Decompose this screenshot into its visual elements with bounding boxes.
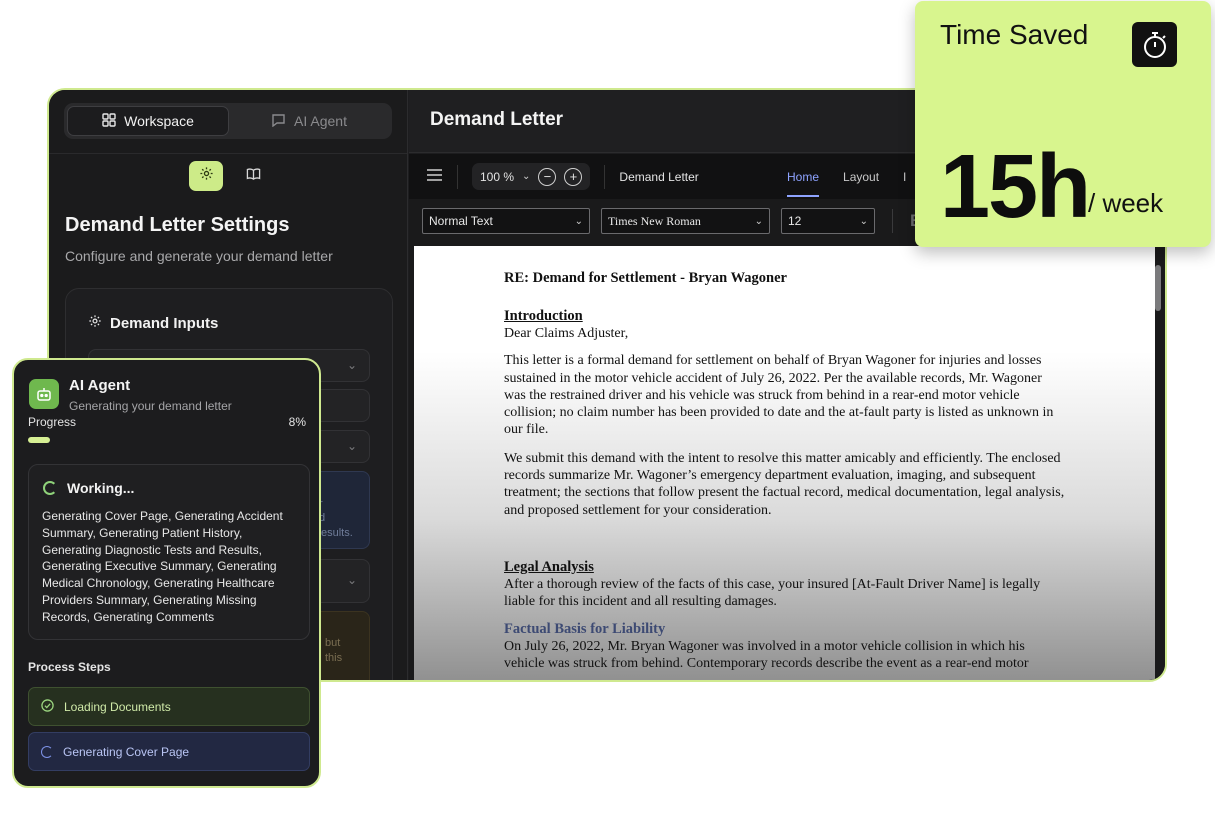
step-loading-documents: Loading Documents	[28, 687, 310, 726]
toolbar-divider	[604, 164, 606, 189]
sidebar-divider	[49, 153, 407, 154]
progress-bar-fill	[28, 437, 51, 443]
step-label: Loading Documents	[64, 699, 171, 714]
settings-subtitle: Configure and generate your demand lette…	[65, 248, 333, 264]
re-line: RE: Demand for Settlement - Bryan Wagone…	[504, 270, 787, 286]
info-note-text-3: esults.	[321, 527, 353, 539]
chevron-down-icon: ⌄	[859, 215, 868, 227]
zoom-control: 100 % ⌄ − +	[472, 163, 591, 190]
stopwatch-icon	[1132, 22, 1177, 67]
time-saved-label: Time Saved	[940, 19, 1089, 50]
paragraph-1: This letter is a formal demand for settl…	[504, 353, 1054, 438]
document-canvas: RE: Demand for Settlement - Bryan Wagone…	[409, 243, 1165, 680]
document-page[interactable]: RE: Demand for Settlement - Bryan Wagone…	[414, 246, 1155, 680]
warning-note-text-1: but	[325, 637, 341, 649]
settings-title: Demand Letter Settings	[65, 214, 290, 236]
chevron-down-icon[interactable]: ⌄	[522, 171, 530, 182]
progress-bar	[28, 437, 307, 443]
intro-heading: Introduction	[504, 308, 583, 324]
tab-home[interactable]: Home	[787, 157, 820, 197]
tab-insert[interactable]: I	[903, 170, 906, 184]
ribbon-tabs: Home Layout I	[787, 154, 906, 199]
working-heading: Working...	[43, 480, 134, 496]
loading-spinner-icon	[41, 745, 53, 758]
agent-title: AI Agent	[69, 377, 131, 394]
guide-view-button[interactable]	[236, 161, 270, 191]
chevron-down-icon: ⌄	[346, 358, 357, 372]
robot-icon	[29, 379, 59, 409]
toolbar-divider	[457, 164, 458, 189]
open-book-icon	[246, 167, 261, 186]
process-steps-title: Process Steps	[28, 660, 111, 674]
gear-icon	[199, 166, 214, 186]
working-card: Working... Generating Cover Page, Genera…	[28, 464, 310, 640]
workspace-tab-switcher: Workspace AI Agent	[64, 103, 392, 139]
paragraph-style-select[interactable]: Normal Text ⌄	[422, 208, 590, 234]
warning-note-text-2: this	[325, 652, 343, 664]
gear-icon	[88, 314, 102, 332]
zoom-in-icon[interactable]: +	[564, 167, 583, 186]
chevron-down-icon: ⌄	[346, 573, 357, 587]
chevron-down-icon: ⌄	[754, 215, 763, 227]
toolbar-divider	[892, 209, 893, 233]
page-title: Demand Letter	[430, 109, 564, 130]
ai-agent-panel: AI Agent Generating your demand letter P…	[12, 358, 321, 788]
spinner-icon	[43, 481, 57, 495]
paragraph-3: After a thorough review of the facts of …	[504, 576, 1041, 610]
step-label: Generating Cover Page	[63, 744, 190, 759]
tab-ai-agent[interactable]: AI Agent	[229, 106, 389, 136]
paragraph-2: We submit this demand with the intent to…	[504, 450, 1065, 518]
factual-basis-heading: Factual Basis for Liability	[504, 620, 666, 637]
sidebar-view-toggle	[189, 161, 270, 191]
agent-subtitle: Generating your demand letter	[69, 399, 232, 413]
zoom-level[interactable]: 100 %	[480, 170, 514, 184]
time-saved-card: Time Saved 15h / week	[915, 1, 1211, 247]
zoom-out-icon[interactable]: −	[538, 167, 557, 186]
salutation: Dear Claims Adjuster,	[504, 326, 629, 341]
check-circle-icon	[41, 698, 54, 715]
tab-workspace-label: Workspace	[124, 113, 194, 129]
grid-icon	[102, 112, 116, 130]
progress-percent: 8%	[288, 415, 306, 429]
working-title: Working...	[67, 480, 135, 496]
settings-view-button[interactable]	[189, 161, 223, 191]
font-size-value: 12	[788, 214, 802, 228]
font-family-value: Times New Roman	[608, 213, 701, 228]
chat-bubble-icon	[271, 113, 286, 130]
legal-analysis-heading: Legal Analysis	[504, 558, 594, 575]
document-scrollbar[interactable]	[1155, 265, 1161, 311]
chevron-down-icon: ⌄	[574, 215, 583, 227]
font-family-select[interactable]: Times New Roman ⌄	[601, 208, 770, 234]
time-saved-unit: / week	[1088, 188, 1164, 218]
demand-inputs-label: Demand Inputs	[110, 314, 219, 332]
tab-workspace[interactable]: Workspace	[67, 106, 229, 136]
step-generating-cover-page: Generating Cover Page	[28, 732, 310, 771]
demand-inputs-heading: Demand Inputs	[88, 314, 218, 332]
paragraph-4: On July 26, 2022, Mr. Bryan Wagoner was …	[504, 638, 1029, 671]
toolbar-doc-name: Demand Letter	[619, 169, 699, 184]
progress-label: Progress	[28, 415, 77, 429]
font-size-select[interactable]: 12 ⌄	[781, 208, 875, 234]
paragraph-style-value: Normal Text	[429, 214, 493, 228]
time-saved-value: 15h	[940, 137, 1091, 237]
working-task-list: Generating Cover Page, Generating Accide…	[42, 509, 283, 624]
tab-ai-agent-label: AI Agent	[294, 113, 347, 129]
chevron-down-icon: ⌄	[346, 439, 357, 453]
hamburger-menu-icon[interactable]	[427, 168, 443, 186]
tab-layout[interactable]: Layout	[843, 170, 879, 184]
